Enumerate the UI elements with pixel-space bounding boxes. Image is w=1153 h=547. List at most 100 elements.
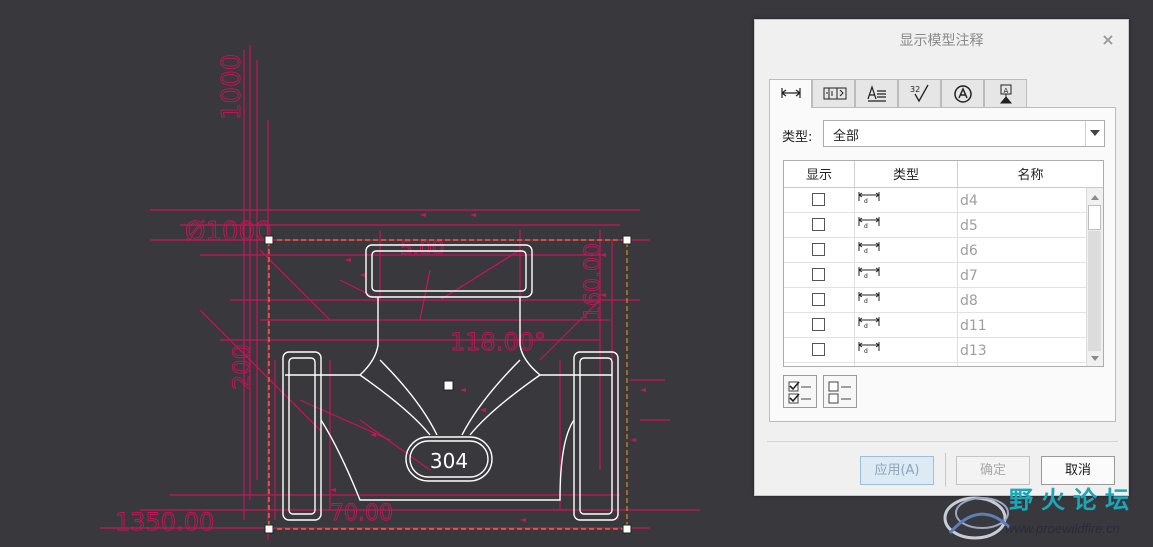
select-all-icon <box>788 381 811 404</box>
cell-type: d <box>854 213 958 238</box>
chevron-down-icon[interactable] <box>1085 121 1104 146</box>
tab-geometric-tolerance[interactable] <box>812 79 855 107</box>
cell-type: d <box>854 313 958 338</box>
surface-finish-icon: 32 <box>910 84 929 103</box>
geometric-tolerance-icon <box>823 87 847 100</box>
cell-show <box>784 188 855 213</box>
scroll-down-icon[interactable] <box>1090 353 1100 363</box>
cell-show <box>784 313 855 338</box>
cell-show <box>784 338 855 363</box>
type-label: 类型: <box>782 130 813 145</box>
show-annotations-dialog: 显示模型注释 × 32 A 类型: 全部 显示 类型 名称 d d4 d d5 … <box>754 19 1129 496</box>
cell-show <box>784 363 855 366</box>
svg-text:200: 200 <box>228 344 256 390</box>
show-checkbox[interactable] <box>812 293 825 306</box>
dimension-icon: d <box>858 267 880 279</box>
cell-name: d7 <box>960 268 978 284</box>
show-checkbox[interactable] <box>812 243 825 256</box>
symbol-icon <box>954 85 972 103</box>
cell-show <box>784 238 855 263</box>
svg-text:70.00: 70.00 <box>330 501 393 526</box>
svg-text:A: A <box>1004 87 1009 95</box>
table-rows: d d4 d d5 d d6 d d7 d d8 d d11 d d13 d <box>784 188 1086 367</box>
apply-button[interactable]: 应用(A) <box>860 456 934 485</box>
cell-type: d <box>854 338 958 363</box>
table-row[interactable]: d d6 <box>784 238 1086 263</box>
annotations-table: 显示 类型 名称 d d4 d d5 d d6 d d7 d d8 d d11 d d13 d <box>783 160 1104 367</box>
cell-name: d11 <box>960 318 987 334</box>
cell-name: d6 <box>960 243 978 259</box>
cell-show <box>784 213 855 238</box>
svg-text:d: d <box>864 298 868 304</box>
datum-icon: A <box>999 84 1013 104</box>
selection-box[interactable] <box>264 235 632 534</box>
cell-type: d <box>854 188 958 213</box>
show-checkbox[interactable] <box>812 343 825 356</box>
show-checkbox[interactable] <box>812 193 825 206</box>
dimension-icon: d <box>858 292 880 304</box>
svg-text:d: d <box>864 348 868 354</box>
deselect-all-button[interactable] <box>823 375 857 408</box>
show-checkbox[interactable] <box>812 268 825 281</box>
svg-text:1000: 1000 <box>217 54 247 120</box>
cell-name: d4 <box>960 193 978 209</box>
cell-show <box>784 263 855 288</box>
scroll-up-icon[interactable] <box>1090 193 1100 203</box>
dimension-annotations: 1000Ø1000118.00°2001350.00 70.00160.005.0… <box>100 45 700 540</box>
note-icon <box>867 85 886 102</box>
type-dropdown-value: 全部 <box>833 129 860 144</box>
footer-separator <box>767 441 1118 442</box>
table-row[interactable]: d d7 <box>784 263 1086 288</box>
tab-note[interactable] <box>855 79 898 107</box>
select-all-button[interactable] <box>783 375 817 408</box>
close-button[interactable]: × <box>1100 30 1116 50</box>
table-row[interactable]: d d5 <box>784 213 1086 238</box>
watermark-url: www.proewildfire.cn <box>1005 521 1120 536</box>
dimension-icon: d <box>858 317 880 329</box>
svg-text:d: d <box>864 248 868 254</box>
cell-show <box>784 288 855 313</box>
cell-type: d <box>854 238 958 263</box>
table-row[interactable]: d d4 <box>784 188 1086 213</box>
tab-symbol[interactable] <box>941 79 984 107</box>
cell-type: d <box>854 363 958 367</box>
cell-type: d <box>854 288 958 313</box>
tab-datum[interactable]: A <box>984 79 1027 107</box>
table-row[interactable]: d d13 <box>784 338 1086 363</box>
dimension-icon: d <box>858 192 880 204</box>
dimension-icon: d <box>858 242 880 254</box>
cell-name: d13 <box>960 343 987 359</box>
show-checkbox[interactable] <box>812 318 825 331</box>
header-type[interactable]: 类型 <box>855 161 958 187</box>
svg-text:Ø1000: Ø1000 <box>185 217 272 247</box>
show-checkbox[interactable] <box>812 218 825 231</box>
svg-text:d: d <box>864 198 868 204</box>
dimension-icon: d <box>858 342 880 354</box>
model-canvas[interactable]: 1000Ø1000118.00°2001350.00 70.00160.005.0… <box>0 0 750 547</box>
cell-name: d8 <box>960 293 978 309</box>
watermark-title: 野火论坛 <box>1009 485 1137 514</box>
table-header: 显示 类型 名称 <box>784 161 1103 188</box>
svg-text:1350.00: 1350.00 <box>115 508 214 536</box>
header-name[interactable]: 名称 <box>958 161 1103 187</box>
table-row[interactable]: d <box>784 363 1086 367</box>
annotations-panel: 类型: 全部 显示 类型 名称 d d4 d d5 d d6 d d7 d d8 d d11 d d13 d <box>769 107 1116 422</box>
deselect-all-icon <box>828 381 851 404</box>
header-show[interactable]: 显示 <box>784 161 855 187</box>
dimension-icon <box>781 88 801 98</box>
svg-text:118.00°: 118.00° <box>450 328 546 356</box>
scrollbar-track[interactable] <box>1088 231 1101 351</box>
scrollbar-thumb[interactable] <box>1088 205 1101 230</box>
type-dropdown[interactable]: 全部 <box>823 120 1105 147</box>
tab-surface-finish[interactable]: 32 <box>898 79 941 107</box>
tab-dimension[interactable] <box>769 79 812 108</box>
dimension-icon: d <box>858 217 880 229</box>
dimension-icon: d <box>857 365 881 367</box>
table-row[interactable]: d d8 <box>784 288 1086 313</box>
svg-text:32: 32 <box>910 85 920 94</box>
svg-text:d: d <box>864 323 868 329</box>
part-label-text: 304 <box>430 449 468 473</box>
table-scrollbar[interactable] <box>1086 188 1103 366</box>
svg-text:d: d <box>864 273 868 279</box>
table-row[interactable]: d d11 <box>784 313 1086 338</box>
